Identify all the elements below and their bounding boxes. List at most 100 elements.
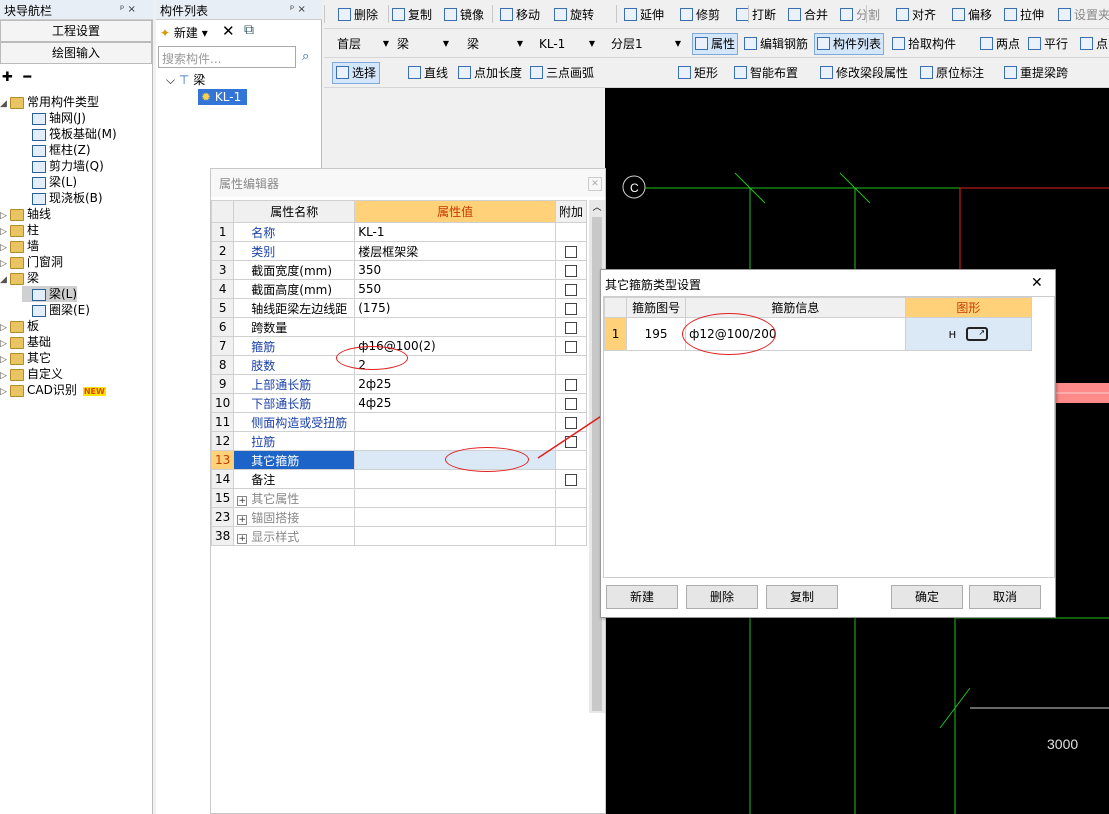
expand-plus-icon[interactable]: + <box>237 514 248 525</box>
table-row[interactable]: 38 + 显示样式 <box>210 526 588 546</box>
property-value-cell[interactable]: 350 <box>354 260 556 280</box>
nav-tree-item[interactable]: ▷ 自定义 <box>0 366 63 382</box>
new-component-button[interactable]: ✦ 新建 ▾ <box>160 24 208 42</box>
dialog-delete-button[interactable]: 删除 <box>686 585 758 609</box>
nav-tree-item[interactable]: ▷ 板 <box>0 318 39 334</box>
smart-layout-button[interactable]: 智能布置 <box>734 64 798 82</box>
offset-button[interactable]: 偏移 <box>952 6 992 24</box>
copy-component-icon[interactable]: ⧉ <box>244 22 254 38</box>
expand-collapse-icon[interactable]: ✚ ━ <box>2 70 34 85</box>
extra-cell[interactable] <box>554 317 588 337</box>
property-value-cell[interactable] <box>354 469 556 489</box>
dialog-copy-button[interactable]: 复制 <box>766 585 838 609</box>
chevron-right-icon[interactable]: ▷ <box>0 384 10 400</box>
merge-button[interactable]: 合并 <box>788 6 828 24</box>
dialog-close-button[interactable]: ✕ <box>1031 275 1043 291</box>
arc-button[interactable]: 三点画弧 <box>530 64 594 82</box>
nav-pin-close[interactable]: ᵖ × <box>120 4 136 15</box>
align-button[interactable]: 对齐 <box>896 6 936 24</box>
break-button[interactable]: 打断 <box>736 6 776 24</box>
property-value-cell[interactable]: (175) <box>354 298 556 318</box>
trim-button[interactable]: 修剪 <box>680 6 720 24</box>
nav-tree-item[interactable]: 梁(L) <box>22 286 78 302</box>
extra-checkbox[interactable] <box>564 264 577 277</box>
nav-tree-item[interactable]: 剪力墙(Q) <box>22 158 104 174</box>
nav-tree-item[interactable]: 轴网(J) <box>22 110 86 126</box>
extend-button[interactable]: 延伸 <box>624 6 664 24</box>
stretch-button[interactable]: 拉伸 <box>1004 6 1044 24</box>
property-value-cell[interactable] <box>354 526 556 546</box>
comp-select[interactable]: KL-1 ▼ <box>534 35 598 53</box>
extra-checkbox[interactable] <box>564 321 577 334</box>
table-row[interactable]: 4 截面高度(mm) 550 <box>210 279 588 299</box>
project-settings-button[interactable]: 工程设置 <box>0 20 152 42</box>
delete-component-icon[interactable]: ✕ <box>222 22 235 40</box>
table-row[interactable]: 1 名称 KL-1 <box>210 222 588 242</box>
stirrup-shape-cell[interactable]: H ↗ <box>904 317 1033 351</box>
nav-tree-item[interactable]: 筏板基础(M) <box>22 126 117 142</box>
delete-button[interactable]: 删除 <box>338 6 378 24</box>
property-value-cell[interactable]: 2ф25 <box>354 374 556 394</box>
floor-select[interactable]: 首层 ▼ <box>332 35 392 53</box>
search-input[interactable]: 搜索构件... <box>158 46 296 68</box>
extra-checkbox[interactable] <box>564 283 577 296</box>
property-value-cell[interactable]: 550 <box>354 279 556 299</box>
copy-button[interactable]: 复制 <box>392 6 432 24</box>
property-value-cell[interactable]: 楼层框架梁 <box>354 241 556 261</box>
select-button[interactable]: 选择 <box>332 62 381 84</box>
chevron-down-icon[interactable]: ◢ <box>0 272 10 288</box>
point-button[interactable]: 点 <box>1080 35 1108 53</box>
rotate-button[interactable]: 旋转 <box>554 6 594 24</box>
extra-checkbox[interactable] <box>564 245 577 258</box>
expand-plus-icon[interactable]: + <box>237 495 248 506</box>
search-icon[interactable]: ⌕ <box>302 49 309 64</box>
nav-tree-item[interactable]: ▷ 柱 <box>0 222 39 238</box>
mirror-button[interactable]: 镜像 <box>444 6 484 24</box>
complist-pin-close[interactable]: ᵖ × <box>290 4 306 15</box>
property-value-cell[interactable] <box>354 412 556 432</box>
table-row[interactable]: 15 + 其它属性 <box>210 488 588 508</box>
extra-checkbox[interactable] <box>564 302 577 315</box>
extra-cell[interactable] <box>554 469 588 489</box>
properties-button[interactable]: 属性 <box>692 33 739 55</box>
pe-close-button[interactable]: ✕ <box>588 177 602 191</box>
extra-checkbox[interactable] <box>564 473 577 486</box>
extra-cell[interactable] <box>554 241 588 261</box>
nav-tree-item[interactable]: 现浇板(B) <box>22 190 103 206</box>
property-value-cell[interactable] <box>354 431 556 451</box>
point-length-button[interactable]: 点加长度 <box>458 64 522 82</box>
property-value-cell[interactable]: 4ф25 <box>354 393 556 413</box>
layer-select[interactable]: 分层1 ▼ <box>606 35 684 53</box>
table-row[interactable]: 23 + 锚固搭接 <box>210 507 588 527</box>
nav-tree-item[interactable]: 圈梁(E) <box>22 302 90 318</box>
nav-tree-item[interactable]: ◢ 常用构件类型 <box>0 94 99 110</box>
table-row[interactable]: 3 截面宽度(mm) 350 <box>210 260 588 280</box>
rectangle-button[interactable]: 矩形 <box>678 64 718 82</box>
parallel-button[interactable]: 平行 <box>1028 35 1068 53</box>
type1-select[interactable]: 梁 ▼ <box>392 35 452 53</box>
nav-tree-item[interactable]: 梁(L) <box>22 174 77 190</box>
dialog-ok-button[interactable]: 确定 <box>891 585 963 609</box>
nav-tree-item[interactable]: ▷ 轴线 <box>0 206 51 222</box>
grip-button[interactable]: 设置夹点 <box>1058 6 1109 24</box>
reextract-span-button[interactable]: 重提梁跨 <box>1004 64 1068 82</box>
nav-tree-item[interactable]: ◢ 梁 <box>0 270 39 286</box>
two-point-button[interactable]: 两点 <box>980 35 1020 53</box>
extra-cell[interactable] <box>554 279 588 299</box>
property-value-cell[interactable]: KL-1 <box>354 222 556 242</box>
line-button[interactable]: 直线 <box>408 64 448 82</box>
property-value-cell[interactable] <box>354 507 556 527</box>
edit-rebar-button[interactable]: 编辑钢筋 <box>744 35 808 53</box>
inline-annotation-button[interactable]: 原位标注 <box>920 64 984 82</box>
move-button[interactable]: 移动 <box>500 6 540 24</box>
table-row[interactable]: 14 备注 <box>210 469 588 489</box>
extra-cell[interactable] <box>554 298 588 318</box>
complist-item-kl1[interactable]: ✹ KL-1 <box>198 89 247 105</box>
dialog-new-button[interactable]: 新建 <box>606 585 678 609</box>
pick-component-button[interactable]: 拾取构件 <box>892 35 956 53</box>
nav-tree-item[interactable]: ▷ 门窗洞 <box>0 254 63 270</box>
chevron-down-icon[interactable]: ◢ <box>0 96 10 112</box>
split-button[interactable]: 分割 <box>840 6 880 24</box>
type2-select[interactable]: 梁 ▼ <box>462 35 526 53</box>
table-row[interactable]: 2 类别 楼层框架梁 <box>210 241 588 261</box>
